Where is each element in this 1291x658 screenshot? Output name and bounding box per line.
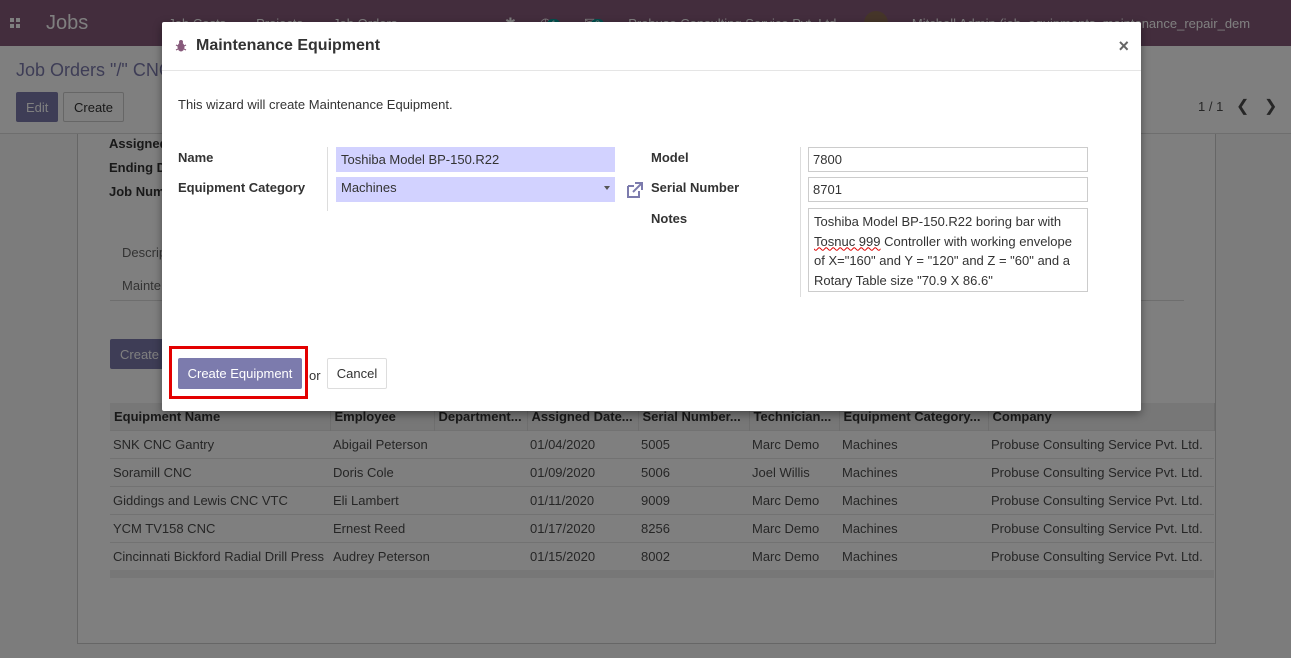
- external-link-icon[interactable]: [625, 180, 645, 200]
- equipment-category-value: Machines: [341, 180, 397, 195]
- name-field[interactable]: [336, 147, 615, 172]
- field-separator: [327, 147, 328, 211]
- model-field[interactable]: [808, 147, 1088, 172]
- notes-label: Notes: [651, 211, 688, 226]
- bug-icon: [175, 40, 187, 52]
- notes-line-text: Controller with working envelope: [884, 233, 1072, 249]
- notes-line: Tosnuc 999 Controller with working envel…: [814, 232, 1082, 252]
- name-label: Name: [178, 150, 214, 165]
- serial-number-field[interactable]: [808, 177, 1088, 202]
- serial-number-label: Serial Number: [651, 180, 740, 195]
- create-equipment-button[interactable]: Create Equipment: [178, 358, 302, 389]
- modal-title: Maintenance Equipment: [196, 37, 381, 54]
- model-label: Model: [651, 150, 689, 165]
- cancel-button[interactable]: Cancel: [327, 358, 387, 389]
- equipment-category-select[interactable]: Machines: [336, 177, 615, 202]
- field-separator: [800, 147, 801, 297]
- equipment-category-label: Equipment Category: [178, 180, 306, 195]
- or-text: or: [309, 368, 321, 383]
- caret-down-icon: [604, 186, 610, 190]
- misspelled-word: Tosnuc 999: [814, 233, 881, 249]
- modal-header: Maintenance Equipment ×: [162, 22, 1141, 71]
- wizard-intro-text: This wizard will create Maintenance Equi…: [178, 97, 453, 112]
- notes-line: Rotary Table size "70.9 X 86.6": [814, 272, 993, 288]
- notes-textarea[interactable]: Toshiba Model BP-150.R22 boring bar with…: [808, 208, 1088, 292]
- close-icon[interactable]: ×: [1118, 36, 1129, 57]
- notes-line: Toshiba Model BP-150.R22 boring bar with: [814, 214, 1062, 229]
- notes-line: of X="160" and Y = "120" and Z = "60" an…: [814, 253, 1070, 268]
- maintenance-equipment-dialog: Maintenance Equipment × This wizard will…: [162, 22, 1141, 411]
